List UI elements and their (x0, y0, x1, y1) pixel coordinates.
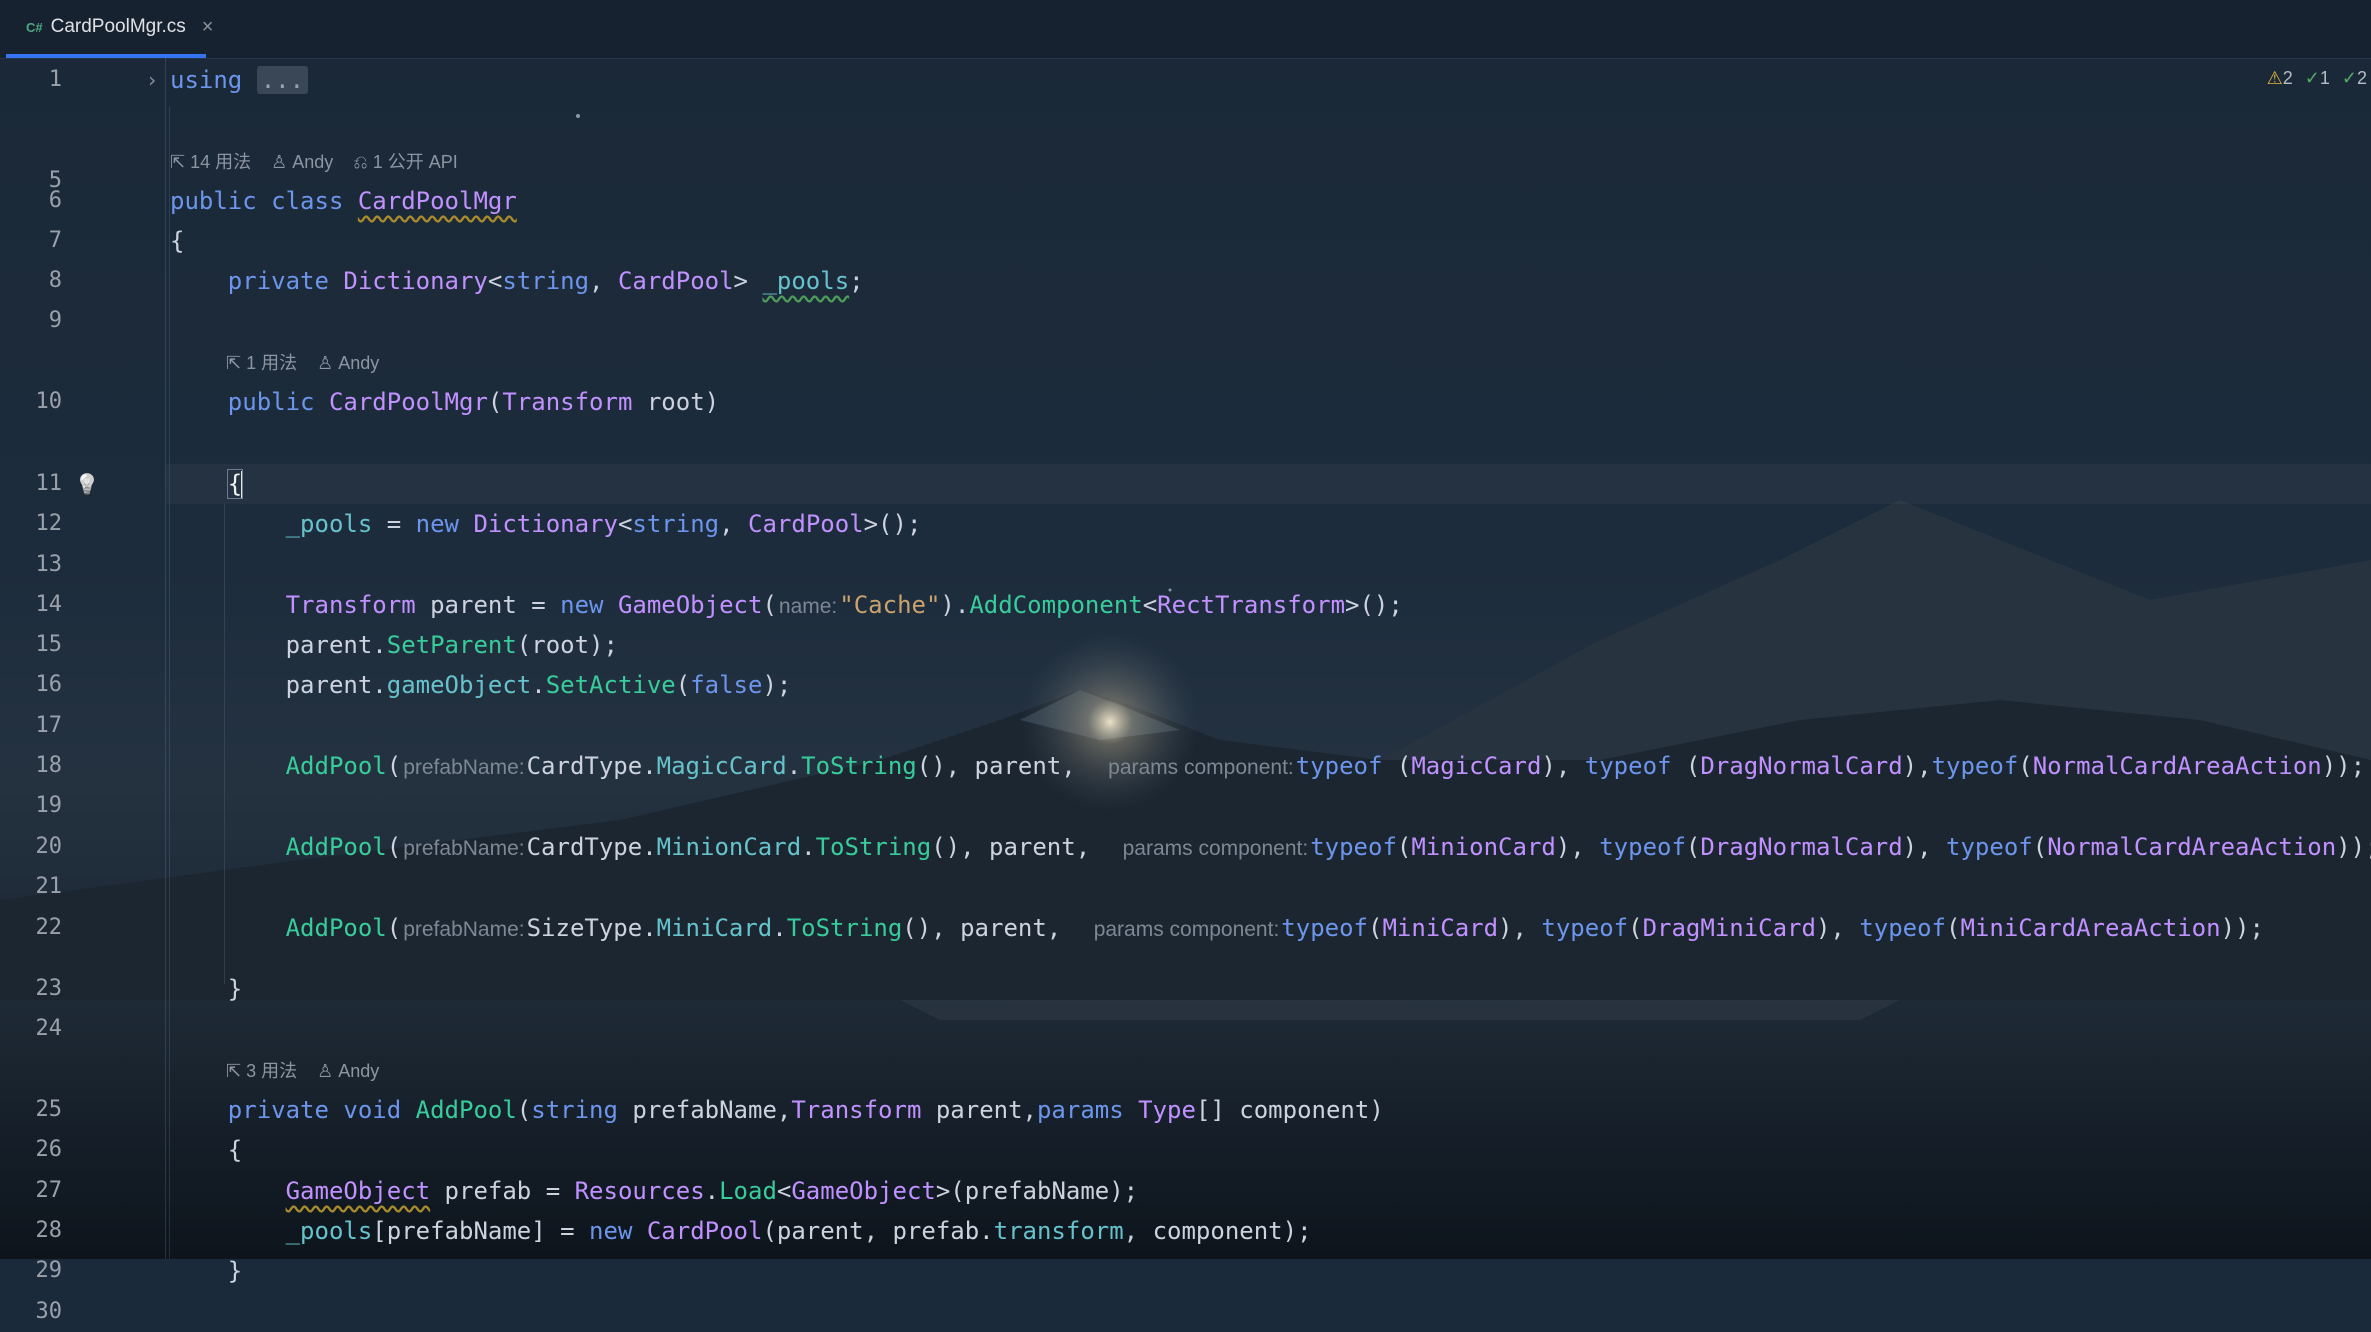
csharp-file-icon: C# (26, 19, 43, 35)
editor-tab-bar: C# CardPoolMgr.cs × (0, 0, 2371, 59)
code-line-7: { (170, 227, 185, 255)
tab-filename: CardPoolMgr.cs (50, 16, 186, 37)
check-icon: ✓ (2304, 68, 2320, 88)
code-line-15: parent.SetParent(root); (285, 631, 618, 659)
parameter-hint: params component: (1122, 837, 1309, 860)
code-line-12: _pools = new Dictionary<string, CardPool… (285, 510, 922, 538)
usages-icon: ⇱ (226, 1061, 247, 1081)
parameter-hint: name: (778, 595, 838, 618)
code-line-20: AddPool(prefabName:CardType.MinionCard.T… (285, 833, 2371, 861)
code-line-10: public CardPoolMgr(Transform root) (227, 388, 720, 416)
code-line-29: } (227, 1257, 243, 1285)
warning-icon: ⚠ (2266, 68, 2283, 88)
code-line-14: Transform parent = new GameObject(name:"… (285, 591, 1403, 619)
warnings-count[interactable]: ⚠2 (2267, 68, 2293, 89)
person-icon: ♙ (317, 353, 339, 373)
typos-count[interactable]: ✓2 (2342, 68, 2367, 89)
codevision-ctor[interactable]: ⇱ 1 用法 ♙ Andy (226, 348, 399, 378)
person-icon: ♙ (317, 1061, 339, 1081)
parameter-hint: params component: (1093, 918, 1280, 941)
code-line-28: _pools[prefabName] = new CardPool(parent… (285, 1217, 1312, 1245)
parameter-hint: prefabName: (403, 756, 525, 779)
weak-warnings-count[interactable]: ✓1 (2305, 68, 2330, 89)
code-line-22: AddPool(prefabName:SizeType.MiniCard.ToS… (285, 914, 2264, 942)
code-line-23: } (227, 975, 243, 1003)
parameter-hint: params component: (1108, 756, 1294, 779)
code-line-1: using ... (170, 60, 309, 100)
code-line-11: { (226, 469, 244, 499)
codevision-addpool[interactable]: ⇱ 3 用法 ♙ Andy (226, 1056, 399, 1086)
usages-icon: ⇱ (170, 152, 191, 172)
caret-line-highlight (166, 464, 2371, 504)
double-check-icon: ✓ (2341, 68, 2357, 88)
inspection-widget[interactable]: ⚠2 ✓1 ✓2 (2267, 68, 2371, 89)
code-line-16: parent.gameObject.SetActive(false); (285, 671, 792, 699)
close-icon[interactable]: × (202, 16, 214, 39)
usages-icon: ⇱ (226, 353, 247, 373)
text-caret (241, 471, 244, 499)
code-editor[interactable]: using ... ⇱ 14 用法 ♙ Andy ⎌ 1 公开 API public… (0, 58, 2371, 1285)
code-line-8: private Dictionary<string, CardPool> _po… (227, 267, 864, 295)
codevision-class[interactable]: ⇱ 14 用法 ♙ Andy ⎌ 1 公开 API (170, 147, 478, 177)
author-link: ♙ Andy (271, 152, 334, 172)
code-line-25: private void AddPool(string prefabName,T… (227, 1096, 1384, 1124)
code-line-6: public class CardPoolMgr (170, 187, 517, 215)
line-number[interactable]: 30 (0, 1292, 63, 1332)
parameter-hint: prefabName: (403, 837, 525, 860)
code-line-18: AddPool(prefabName:CardType.MagicCard.To… (285, 752, 2366, 780)
person-icon: ♙ (271, 152, 293, 172)
code-line-26: { (227, 1136, 243, 1164)
usages-link: ⇱ 14 用法 (170, 152, 252, 172)
code-line-27: GameObject prefab = Resources.Load<GameO… (285, 1177, 1139, 1205)
parameter-hint: prefabName: (403, 918, 525, 941)
tab-cardpoolmgr[interactable]: C# CardPoolMgr.cs × (6, 0, 213, 58)
folded-region[interactable]: ... (256, 66, 309, 94)
api-icon: ⎌ (353, 152, 373, 172)
public-api-link: ⎌ 1 公开 API (353, 152, 458, 172)
